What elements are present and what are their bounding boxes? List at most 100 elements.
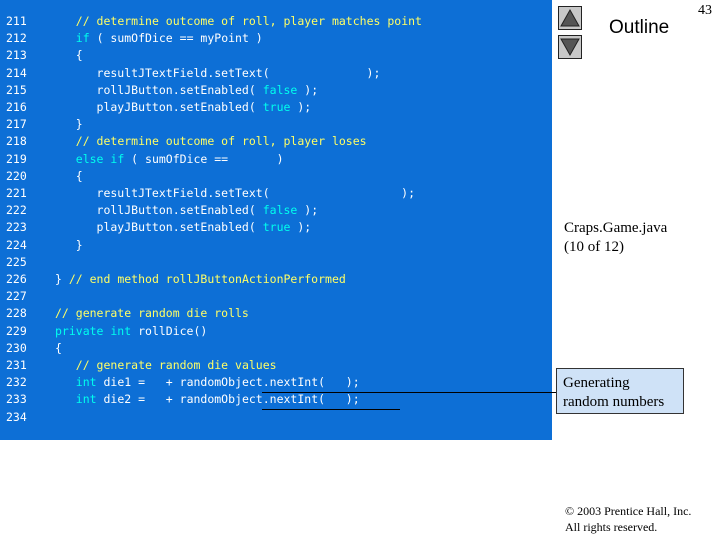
code-token: { [55,340,62,355]
code-panel: 211 // determine outcome of roll, player… [0,0,552,440]
code-text: } [55,116,83,133]
next-slide-button[interactable] [558,35,582,59]
code-token: } [55,117,83,132]
line-number: 223 [6,220,27,235]
line-number: 228 [6,306,27,321]
code-line: 227 [0,288,552,305]
callout-connector [400,392,556,393]
line-number: 214 [6,65,27,80]
code-token: } [55,237,83,252]
code-line: 212 if ( sumOfDice == myPoint ) [0,30,552,47]
code-token: rollJButton.setEnabled( [55,203,263,218]
line-number: 211 [6,14,27,28]
outline-label[interactable]: Outline [609,17,669,39]
code-text: resultJTextField.setText( ); [55,65,381,82]
code-text: rollJButton.setEnabled( false ); [55,202,319,219]
line-number: 232 [6,375,27,390]
highlight-underline-232 [262,392,400,393]
line-number: 216 [6,100,27,114]
code-text: int die1 = + randomObject.nextInt( ); [55,374,360,391]
code-token: ( sumOfDice == ) [124,151,284,166]
code-text: // generate random die values [55,357,277,374]
triangle-up-icon [560,8,580,27]
code-line: 224 } [0,237,552,254]
code-token: rollDice() [131,323,208,338]
code-text: } [55,237,83,254]
code-token: ( sumOfDice == myPoint ) [89,31,263,46]
code-line: 216 playJButton.setEnabled( true ); [0,99,552,116]
code-token: ); [297,82,319,97]
code-text: // determine outcome of roll, player los… [55,133,367,150]
code-token: else if [75,151,125,166]
code-line: 214 resultJTextField.setText( ); [0,65,552,82]
code-line: 218 // determine outcome of roll, player… [0,133,552,150]
code-text: // determine outcome of roll, player mat… [55,13,422,30]
line-number: 229 [6,323,27,338]
copyright-line-2: All rights reserved. [565,520,658,534]
code-token: } [55,272,69,286]
line-number: 218 [6,134,27,149]
code-line: 234 [0,409,552,426]
line-number: 227 [6,289,27,304]
code-token: private int [55,323,132,338]
code-text: resultJTextField.setText( ); [55,185,416,202]
code-token: ); [290,220,312,235]
code-text: playJButton.setEnabled( true ); [55,219,312,236]
code-token: true [262,220,291,235]
code-line: 228 // generate random die rolls [0,305,552,322]
code-token: if [75,31,90,46]
code-token: rollJButton.setEnabled( [55,82,263,97]
line-number: 224 [6,237,27,252]
code-text: int die2 = + randomObject.nextInt( ); [55,391,360,408]
code-line: 213 { [0,47,552,64]
line-number: 219 [6,151,27,166]
code-line: 225 [0,254,552,271]
code-line: 220 { [0,168,552,185]
code-line: 230 { [0,340,552,357]
code-line: 232 int die1 = + randomObject.nextInt( )… [0,374,552,391]
code-line: 222 rollJButton.setEnabled( false ); [0,202,552,219]
page-of: (10 of 12) [564,239,624,255]
code-token: { [55,168,83,183]
line-number: 225 [6,254,27,269]
line-number: 234 [6,409,27,424]
previous-slide-button[interactable] [558,6,582,30]
code-line: 219 else if ( sumOfDice == ) [0,151,552,168]
code-token: // end method rollJButtonActionPerformed [68,272,346,286]
code-line: 223 playJButton.setEnabled( true ); [0,219,552,236]
code-text: else if ( sumOfDice == ) [55,151,284,168]
code-token: // determine outcome of roll, player los… [75,134,367,149]
code-text: if ( sumOfDice == myPoint ) [55,30,263,47]
line-number: 220 [6,168,27,183]
code-token: resultJTextField.setText( ); [55,186,416,200]
copyright-notice: © 2003 Prentice Hall, Inc. All rights re… [565,503,691,535]
code-token: ); [297,203,319,218]
line-number: 230 [6,340,27,355]
copyright-line-1: © 2003 Prentice Hall, Inc. [565,504,692,518]
line-number: 226 [6,272,27,286]
code-text: private int rollDice() [55,323,207,340]
callout-line-2: random numbers [563,394,665,410]
code-text: playJButton.setEnabled( true ); [55,99,312,116]
code-token: die1 = + randomObject.nextInt( ); [96,375,360,390]
callout-line-1: Generating [563,375,630,391]
line-number: 213 [6,48,27,63]
code-line: 226} // end method rollJButtonActionPerf… [0,271,552,288]
code-token: ); [290,100,312,114]
code-token: playJButton.setEnabled( [55,220,263,235]
code-text: { [55,168,83,185]
code-token: // generate random die rolls [55,306,249,321]
code-token: true [262,100,291,114]
code-text: rollJButton.setEnabled( false ); [55,82,319,99]
line-number: 231 [6,358,27,372]
code-token: resultJTextField.setText( ); [55,65,381,80]
code-line: 211 // determine outcome of roll, player… [0,13,552,30]
line-number: 212 [6,31,27,46]
file-name: Craps.Game.java [564,220,668,236]
